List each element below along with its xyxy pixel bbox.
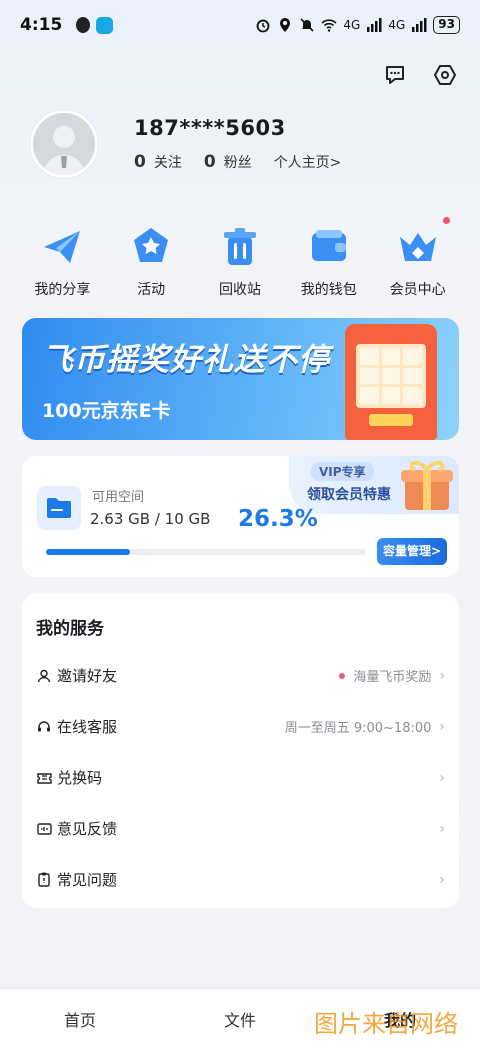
services-title: 我的服务 bbox=[36, 619, 104, 639]
capacity-manage-button[interactable]: 容量管理> bbox=[376, 538, 447, 565]
quick-item-activity[interactable]: 活动 bbox=[107, 225, 196, 299]
wifi-icon bbox=[321, 19, 337, 32]
chevron-right-icon: › bbox=[439, 667, 445, 684]
lottery-machine-illustration bbox=[345, 324, 437, 440]
avatar[interactable] bbox=[30, 110, 98, 178]
service-detail-text: 海量飞币奖励 bbox=[353, 670, 432, 685]
quick-item-my-share[interactable]: 我的分享 bbox=[18, 225, 107, 299]
profile-info: 187****5603 0 关注 0 粉丝 个人主页> bbox=[134, 116, 341, 172]
service-online-support[interactable]: 在线客服 周一至周五 9:00~18:00 › bbox=[22, 701, 459, 752]
status-indicators: 4G 4G 93 bbox=[255, 16, 460, 34]
folder-icon bbox=[37, 486, 81, 530]
status-bar: 4:15 4G 4G 93 bbox=[0, 0, 480, 50]
quick-label: 会员中心 bbox=[389, 282, 446, 298]
default-avatar-icon bbox=[33, 113, 95, 175]
faq-icon bbox=[36, 872, 52, 888]
service-faq[interactable]: 常见问题 › bbox=[22, 854, 459, 905]
promo-banner[interactable]: 飞币摇奖好礼送不停 100元京东E卡 bbox=[22, 318, 459, 440]
service-feedback[interactable]: 意见反馈 › bbox=[22, 803, 459, 854]
tab-files[interactable]: 文件 bbox=[160, 989, 320, 1058]
qq-notification-icon bbox=[76, 17, 91, 33]
follow-count[interactable]: 0 bbox=[134, 152, 146, 172]
mute-icon bbox=[300, 18, 314, 32]
feedback-icon bbox=[36, 821, 52, 837]
service-label: 在线客服 bbox=[57, 718, 118, 736]
quick-item-vip-center[interactable]: 会员中心 bbox=[373, 217, 462, 299]
settings-icon[interactable] bbox=[432, 62, 458, 88]
vip-badge: VIP专享 bbox=[311, 462, 374, 481]
personal-home-link[interactable]: 个人主页> bbox=[274, 152, 342, 172]
storage-used: 2.63 GB / 10 GB bbox=[90, 510, 211, 528]
wallet-icon bbox=[307, 225, 351, 269]
battery-indicator: 93 bbox=[433, 16, 460, 34]
gift-icon bbox=[401, 460, 453, 510]
service-redeem-code[interactable]: 兑换码 › bbox=[22, 752, 459, 803]
service-label: 常见问题 bbox=[57, 871, 118, 889]
location-icon bbox=[280, 18, 291, 32]
signal-icon-2 bbox=[412, 18, 427, 32]
network-label-1: 4G bbox=[343, 18, 361, 32]
storage-percent: 26.3% bbox=[238, 506, 318, 532]
message-icon[interactable] bbox=[382, 62, 408, 88]
top-actions bbox=[382, 62, 458, 88]
vip-offer-link: 领取会员特惠 bbox=[307, 487, 391, 503]
service-detail: 周一至周五 9:00~18:00 › bbox=[284, 717, 445, 737]
trash-icon bbox=[218, 225, 262, 269]
network-label-2: 4G bbox=[388, 18, 406, 32]
banner-subtitle: 100元京东E卡 bbox=[42, 400, 171, 422]
my-services-card: 我的服务 邀请好友 海量飞币奖励 › 在线客服 周一至周五 9:00~18:00… bbox=[22, 594, 459, 908]
storage-label: 可用空间 bbox=[92, 490, 145, 505]
highlight-dot bbox=[339, 672, 346, 679]
chevron-right-icon: › bbox=[439, 871, 445, 888]
headset-icon bbox=[36, 719, 52, 735]
banner-title: 飞币摇奖好礼送不停 bbox=[42, 342, 330, 378]
service-label: 兑换码 bbox=[57, 769, 103, 787]
app-notification-icon bbox=[96, 16, 114, 34]
chevron-right-icon: › bbox=[439, 769, 445, 786]
quick-label: 我的钱包 bbox=[300, 282, 357, 298]
signal-icon bbox=[367, 18, 382, 32]
quick-label: 活动 bbox=[137, 282, 166, 298]
watermark: 图片来自网络 bbox=[314, 1010, 458, 1038]
ticket-icon bbox=[36, 770, 52, 786]
quick-nav: 我的分享 活动 回收站 我的钱包 会员中心 bbox=[18, 217, 462, 299]
service-label: 意见反馈 bbox=[57, 820, 118, 838]
alarm-icon bbox=[257, 19, 270, 33]
service-detail: 海量飞币奖励 › bbox=[339, 666, 445, 685]
fans-count[interactable]: 0 bbox=[204, 152, 216, 172]
chevron-right-icon: › bbox=[439, 820, 445, 837]
tab-home[interactable]: 首页 bbox=[0, 989, 160, 1058]
notification-dot bbox=[442, 217, 450, 224]
quick-label: 回收站 bbox=[218, 282, 261, 298]
service-detail: › bbox=[431, 821, 445, 837]
service-label: 邀请好友 bbox=[57, 667, 118, 685]
storage-progress-fill bbox=[46, 549, 131, 555]
quick-item-recycle-bin[interactable]: 回收站 bbox=[196, 225, 285, 299]
service-detail: › bbox=[431, 872, 445, 888]
person-icon bbox=[36, 668, 52, 684]
paper-plane-icon bbox=[40, 225, 84, 269]
chevron-right-icon: › bbox=[439, 718, 445, 735]
storage-progress-bar bbox=[46, 549, 366, 555]
phone-number: 187****5603 bbox=[134, 116, 286, 140]
service-invite-friends[interactable]: 邀请好友 海量飞币奖励 › bbox=[22, 650, 459, 701]
crown-icon bbox=[396, 225, 440, 269]
profile-header: 187****5603 0 关注 0 粉丝 个人主页> bbox=[30, 110, 341, 178]
storage-card: VIP专享 领取会员特惠 可用空间 2.63 GB / 10 GB 26.3% … bbox=[22, 456, 459, 577]
service-detail: › bbox=[431, 770, 445, 786]
fans-label[interactable]: 粉丝 bbox=[224, 152, 252, 172]
quick-label: 我的分享 bbox=[34, 282, 91, 298]
follow-label[interactable]: 关注 bbox=[154, 152, 182, 172]
status-time: 4:15 bbox=[20, 15, 63, 35]
quick-item-wallet[interactable]: 我的钱包 bbox=[284, 225, 373, 299]
service-detail-text: 周一至周五 9:00~18:00 bbox=[284, 721, 432, 736]
profile-stats: 0 关注 0 粉丝 个人主页> bbox=[134, 152, 341, 172]
star-badge-icon bbox=[129, 225, 173, 269]
